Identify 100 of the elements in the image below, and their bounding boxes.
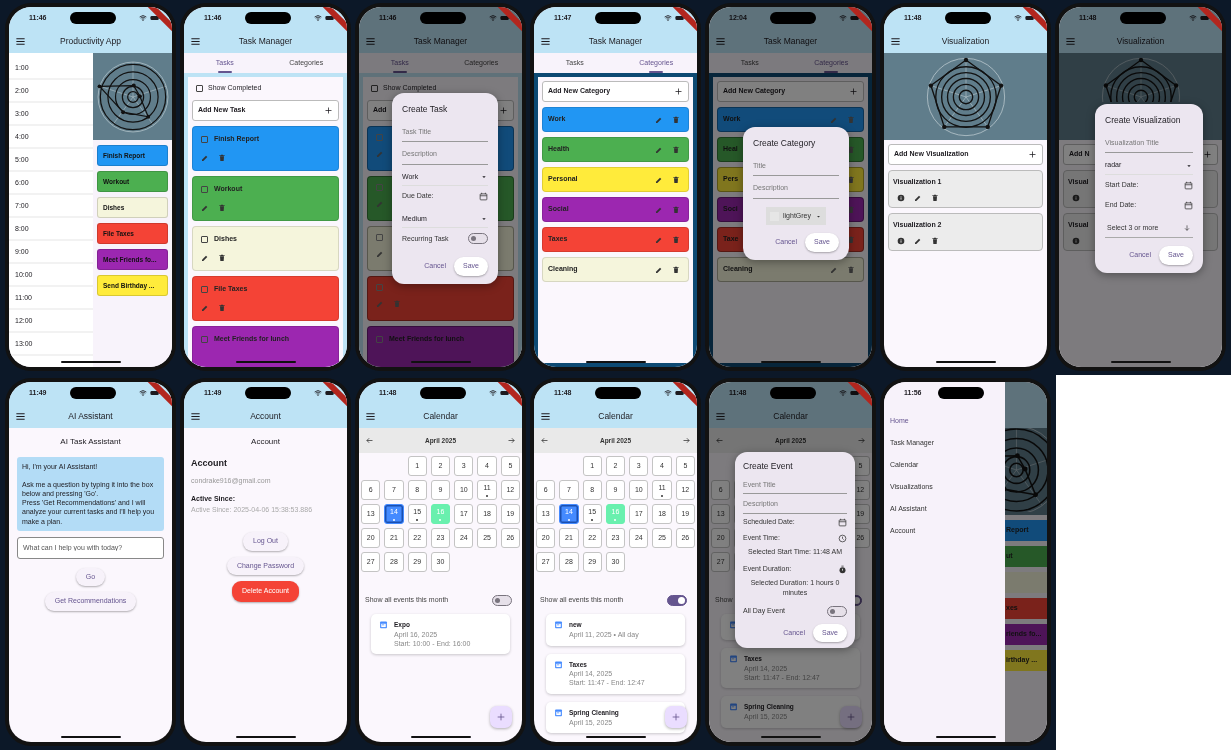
wifi-icon <box>664 14 672 22</box>
wifi-icon <box>489 389 497 397</box>
wifi-icon <box>839 389 847 397</box>
screen-title: Visualization <box>941 34 990 48</box>
home-indicator <box>235 360 296 363</box>
screen-title: Task Manager <box>763 34 818 48</box>
trash-icon[interactable] <box>847 145 855 154</box>
stopwatch-icon[interactable] <box>838 565 847 574</box>
dialog-title: Create Event <box>743 460 794 473</box>
menu-icon[interactable] <box>15 35 26 47</box>
checkbox[interactable] <box>376 234 383 241</box>
screen-title: Task Manager <box>238 34 293 48</box>
checkbox[interactable] <box>201 185 208 193</box>
info-icon[interactable] <box>897 193 905 202</box>
info-icon[interactable] <box>897 236 905 245</box>
clock-icon[interactable] <box>838 534 847 543</box>
checkbox[interactable] <box>376 134 383 141</box>
trash-icon[interactable] <box>672 175 680 184</box>
wifi-icon <box>664 389 672 397</box>
trash-icon[interactable] <box>847 175 855 184</box>
screen-title: Task Manager <box>588 34 643 48</box>
plus-icon <box>674 87 683 96</box>
arrow-left-icon[interactable] <box>365 436 374 445</box>
checkbox[interactable] <box>196 84 203 92</box>
plus-icon <box>846 712 856 722</box>
trash-icon[interactable] <box>218 253 226 262</box>
pencil-icon[interactable] <box>201 253 209 262</box>
checkbox[interactable] <box>376 335 383 343</box>
menu-icon[interactable] <box>540 35 551 47</box>
menu-icon[interactable] <box>190 35 201 47</box>
camera-cutout <box>1119 12 1166 24</box>
calendar-icon <box>379 620 388 629</box>
wifi-icon <box>139 389 147 397</box>
arrow-right-icon[interactable] <box>857 436 866 445</box>
plus-icon <box>496 712 506 722</box>
account-heading: Account <box>191 457 228 470</box>
screen-title: Calendar <box>423 409 458 423</box>
calendar-icon <box>554 620 563 629</box>
pencil-icon[interactable] <box>655 265 663 274</box>
toggle-switch[interactable] <box>492 595 512 606</box>
arrow-right-icon[interactable] <box>507 436 516 445</box>
calendar-icon <box>729 654 738 663</box>
trash-icon[interactable] <box>931 236 939 245</box>
pencil-icon[interactable] <box>914 193 922 202</box>
checkbox[interactable] <box>376 284 383 291</box>
wifi-icon <box>314 389 322 397</box>
menu-icon[interactable] <box>15 410 26 422</box>
pencil-icon[interactable] <box>914 236 922 245</box>
camera-cutout <box>244 12 291 24</box>
home-indicator <box>60 735 121 738</box>
screen-title: Calendar <box>773 409 808 423</box>
arrow-right-icon[interactable] <box>682 436 691 445</box>
toggle-switch[interactable] <box>827 605 847 617</box>
calendar-icon[interactable] <box>1184 201 1193 210</box>
plus-icon <box>849 87 858 96</box>
menu-icon[interactable] <box>890 35 901 47</box>
checkbox[interactable] <box>201 235 208 243</box>
pencil-icon[interactable] <box>655 175 663 184</box>
dialog-title: Create Task <box>402 103 449 116</box>
checkbox[interactable] <box>201 285 208 293</box>
screen-title: Calendar <box>598 409 633 423</box>
home-indicator <box>935 360 996 363</box>
checkbox[interactable] <box>201 335 208 343</box>
trash-icon[interactable] <box>672 265 680 274</box>
checkbox[interactable] <box>201 135 208 143</box>
toggle-switch[interactable] <box>468 233 488 245</box>
camera-cutout <box>769 387 816 399</box>
pencil-icon[interactable] <box>201 203 209 212</box>
screen-title: Productivity App <box>60 34 121 48</box>
calendar-icon <box>729 702 738 712</box>
calendar-icon <box>554 707 563 717</box>
calendar-icon[interactable] <box>479 192 488 201</box>
camera-cutout <box>419 12 466 24</box>
checkbox[interactable] <box>371 84 378 92</box>
app-bar <box>1005 382 1047 428</box>
wifi-icon <box>139 14 147 22</box>
menu-icon[interactable] <box>365 410 376 422</box>
trash-icon[interactable] <box>931 193 939 202</box>
plus-icon <box>324 106 333 115</box>
arrow-left-icon[interactable] <box>715 436 724 445</box>
home-indicator <box>760 735 821 738</box>
wifi-icon <box>839 14 847 22</box>
calendar-icon <box>554 659 563 669</box>
camera-cutout <box>594 387 641 399</box>
home-indicator <box>935 735 996 738</box>
trash-icon[interactable] <box>847 235 855 244</box>
home-indicator <box>585 735 646 738</box>
screen-title: Visualization <box>1116 34 1165 48</box>
trash-icon[interactable] <box>847 205 855 214</box>
calendar-icon[interactable] <box>838 517 847 527</box>
calendar-icon[interactable] <box>1184 180 1193 190</box>
toggle-switch[interactable] <box>667 595 687 606</box>
checkbox[interactable] <box>376 184 383 191</box>
pencil-icon[interactable] <box>655 145 663 154</box>
camera-cutout <box>594 12 641 24</box>
home-indicator <box>760 360 821 363</box>
camera-cutout <box>69 12 116 24</box>
menu-icon[interactable] <box>540 410 551 422</box>
arrow-left-icon[interactable] <box>540 436 549 445</box>
menu-icon[interactable] <box>190 410 201 422</box>
